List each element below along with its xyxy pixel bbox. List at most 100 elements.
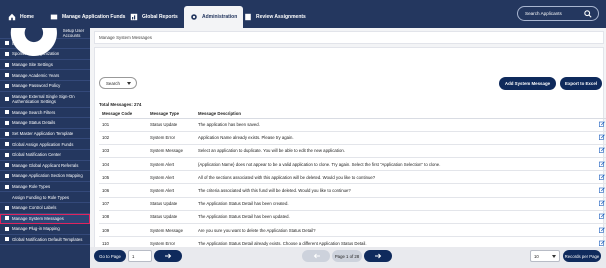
page-number-input[interactable]: 1 xyxy=(128,250,152,262)
column-header-code[interactable]: Message Code xyxy=(99,109,147,119)
bullet-icon xyxy=(5,142,9,147)
search-button-label: Search xyxy=(106,80,120,86)
table-row: 102 System Error Application Name already … xyxy=(99,131,606,145)
sidebar-item-manage-global-applicant-referrals[interactable]: Manage Global Applicant Referrals xyxy=(0,161,90,172)
bullet-icon xyxy=(5,184,9,189)
sidebar-item-manage-search-filters[interactable]: Manage Search Filters xyxy=(0,108,90,119)
edit-cell xyxy=(593,118,606,132)
search-applicants-input[interactable]: Search Applicants xyxy=(517,6,599,21)
message-type: Status Update xyxy=(147,118,195,132)
table-row: 103 System Message Select an application t… xyxy=(99,144,606,159)
next-page-button[interactable] xyxy=(364,250,392,262)
tab-global-reports[interactable]: Global Reports xyxy=(130,6,178,28)
message-description: The application has been saved. xyxy=(195,118,593,132)
sidebar-item-manage-system-messages[interactable]: Manage System Messages xyxy=(0,213,90,225)
per-page-value: 10 xyxy=(534,253,539,259)
table-row: 101 Status Update The application has been… xyxy=(99,118,606,132)
sidebar-item-manage-sso-settings[interactable]: Manage External Single Sign-On Authentic… xyxy=(0,92,90,108)
message-type: System Alert xyxy=(147,157,195,172)
edit-icon[interactable] xyxy=(598,213,605,220)
edit-icon[interactable] xyxy=(598,240,605,246)
sidebar-item-manage-control-labels[interactable]: Manage Control Labels xyxy=(0,203,90,214)
edit-icon[interactable] xyxy=(598,134,605,141)
sidebar-item-manage-role-types[interactable]: Manage Role Types xyxy=(0,182,90,193)
edit-cell xyxy=(593,170,606,185)
sidebar-item-setup-user-accounts[interactable]: Setup User Accounts xyxy=(0,28,90,56)
table-row: 104 System Alert {Application Name} does n… xyxy=(99,157,606,172)
tab-manage-application-funds[interactable]: Manage Application Funds xyxy=(50,6,125,28)
table-row: 106 System Alert The criteria associated w… xyxy=(99,183,606,198)
sidebar-item-label: Manage System Messages xyxy=(12,215,64,221)
edit-icon[interactable] xyxy=(598,227,605,233)
tab-review-assignments[interactable]: Review Assignments xyxy=(244,6,306,28)
sidebar-item-global-notification-default-templates[interactable]: Global Notification Default Templates xyxy=(0,235,90,246)
add-system-message-button[interactable]: Add System Message xyxy=(499,77,556,90)
bullet-icon xyxy=(5,205,9,210)
previous-page-button[interactable] xyxy=(302,250,330,262)
tab-administration[interactable]: Administration xyxy=(184,6,244,28)
search-placeholder: Search Applicants xyxy=(525,11,562,16)
column-header-description[interactable]: Message Description xyxy=(195,109,593,119)
table-row: 109 System Message Are you sure you want t… xyxy=(99,223,606,238)
edit-icon[interactable] xyxy=(598,187,605,193)
records-per-page-button[interactable]: Records per Page xyxy=(563,250,601,262)
message-code: 105 xyxy=(99,170,147,185)
search-dropdown-button[interactable]: Search xyxy=(99,77,137,89)
edit-cell xyxy=(593,144,606,159)
bullet-icon xyxy=(5,73,9,78)
edit-cell xyxy=(593,131,606,145)
sidebar-item-label: Manage Password Policy xyxy=(12,83,61,89)
tab-label: Administration xyxy=(202,14,238,20)
funds-icon xyxy=(50,14,58,20)
message-description: Select an application to duplicate. You … xyxy=(195,144,593,159)
table-row: 108 Status Update The Application Status D… xyxy=(99,210,606,225)
edit-icon[interactable] xyxy=(598,121,605,127)
edit-icon[interactable] xyxy=(598,174,605,180)
search-icon[interactable] xyxy=(584,10,592,18)
sidebar-item-label: Global Notification Default Templates xyxy=(12,236,83,242)
message-code: 107 xyxy=(99,197,147,211)
edit-icon[interactable] xyxy=(598,161,605,167)
sidebar-item-assign-funding-to-role-types[interactable]: Assign Funding to Role Types xyxy=(0,192,90,203)
page-title: Manage System Messages xyxy=(99,35,152,40)
sidebar-item-label: Manage External Single Sign-On Authentic… xyxy=(12,94,75,105)
message-code: 106 xyxy=(99,183,147,198)
sidebar-item-label: Manage Academic Years xyxy=(12,72,60,78)
message-code: 109 xyxy=(99,223,147,238)
bullet-icon xyxy=(5,51,9,56)
column-header-type[interactable]: Message Type xyxy=(147,109,195,119)
sidebar-item-manage-site-settings[interactable]: Manage Site Settings xyxy=(0,60,90,71)
chevron-down-icon xyxy=(552,255,556,258)
arrow-left-icon xyxy=(313,253,320,259)
top-nav: Home Manage Application Funds Global Rep… xyxy=(0,0,606,28)
sidebar-item-label: Manage Search Filters xyxy=(12,109,56,115)
edit-icon[interactable] xyxy=(598,147,605,154)
edit-icon[interactable] xyxy=(598,200,605,207)
sidebar-item-manage-plug-in-mapping[interactable]: Manage Plug-in Mapping xyxy=(0,224,90,235)
records-per-page-select[interactable]: 10 xyxy=(530,250,560,262)
sidebar-item-manage-academic-years[interactable]: Manage Academic Years xyxy=(0,70,90,81)
sidebar-item-global-notification-center[interactable]: Global Notification Center xyxy=(0,150,90,161)
edit-cell xyxy=(593,197,606,211)
sidebar-item-manage-status-details[interactable]: Manage Status Details xyxy=(0,118,90,129)
content-card: Search Add System Message Export to Exce… xyxy=(94,47,606,268)
sidebar-item-manage-application-section-mapping[interactable]: Manage Application Section Mapping xyxy=(0,171,90,182)
sidebar-item-manage-password-policy[interactable]: Manage Password Policy xyxy=(0,81,90,92)
go-to-page-button[interactable]: Go to Page xyxy=(94,250,126,262)
message-code: 103 xyxy=(99,144,147,159)
arrow-right-icon xyxy=(374,253,381,259)
sidebar-item-global-assign-application-funds[interactable]: Global Assign Application Funds xyxy=(0,139,90,150)
message-type: System Message xyxy=(147,144,195,159)
arrow-right-icon xyxy=(164,253,171,259)
home-icon xyxy=(8,13,16,21)
sidebar-item-label: Global Assign Application Funds xyxy=(12,141,74,147)
main-content: Manage System Messages Search Add System… xyxy=(90,28,606,268)
tab-home[interactable]: Home xyxy=(8,6,34,28)
button-label: Records per Page xyxy=(564,253,600,259)
sidebar-item-set-master-application-template[interactable]: Set Master Application Template xyxy=(0,129,90,140)
export-to-excel-button[interactable]: Export to Excel xyxy=(560,77,602,90)
message-code: 102 xyxy=(99,131,147,145)
go-arrow-button[interactable] xyxy=(154,250,182,262)
sidebar-item-label: Sponsoring Organization xyxy=(12,51,60,57)
message-type: System Alert xyxy=(147,183,195,198)
